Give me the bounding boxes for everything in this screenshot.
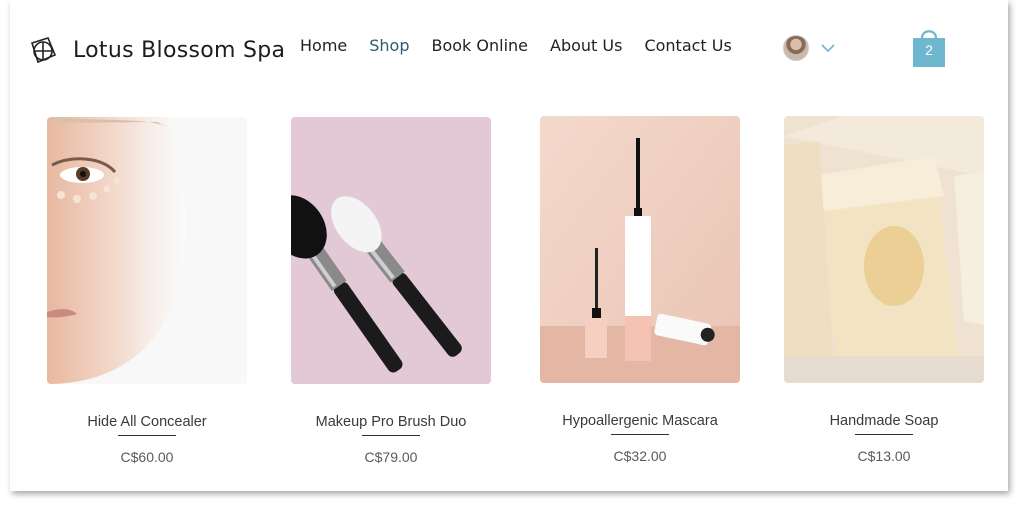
product-name[interactable]: Makeup Pro Brush Duo bbox=[291, 414, 491, 430]
product-card: Handmade Soap C$13.00 bbox=[784, 116, 984, 464]
product-card: Hypoallergenic Mascara C$32.00 bbox=[540, 116, 740, 464]
product-price: C$32.00 bbox=[613, 448, 667, 464]
product-name[interactable]: Hide All Concealer bbox=[47, 414, 247, 430]
name-divider bbox=[118, 435, 176, 436]
product-image[interactable] bbox=[784, 116, 984, 383]
avatar[interactable] bbox=[783, 35, 809, 61]
nav-book-online[interactable]: Book Online bbox=[432, 36, 529, 55]
product-image[interactable] bbox=[291, 117, 491, 384]
chevron-down-icon[interactable] bbox=[821, 43, 835, 53]
account-menu[interactable] bbox=[783, 35, 835, 61]
page-frame: Lotus Blossom Spa Home Shop Book Online … bbox=[10, 0, 1008, 491]
soap-photo bbox=[784, 116, 984, 383]
nav-shop[interactable]: Shop bbox=[369, 36, 409, 55]
cart-button[interactable]: 2 bbox=[912, 26, 946, 68]
name-divider bbox=[362, 435, 420, 436]
product-price: C$79.00 bbox=[364, 449, 418, 465]
nav-about-us[interactable]: About Us bbox=[550, 36, 622, 55]
product-card: Hide All Concealer C$60.00 bbox=[47, 117, 247, 465]
brand-name: Lotus Blossom Spa bbox=[73, 37, 286, 63]
product-card: Makeup Pro Brush Duo C$79.00 bbox=[291, 117, 491, 465]
site-logo[interactable]: Lotus Blossom Spa bbox=[28, 35, 285, 65]
product-price: C$60.00 bbox=[120, 449, 174, 465]
concealer-photo bbox=[47, 117, 247, 384]
brush-duo-photo bbox=[291, 117, 491, 384]
product-image[interactable] bbox=[47, 117, 247, 384]
product-name[interactable]: Handmade Soap bbox=[784, 413, 984, 429]
nav-contact-us[interactable]: Contact Us bbox=[644, 36, 731, 55]
name-divider bbox=[855, 434, 913, 435]
mascara-photo bbox=[540, 116, 740, 383]
product-name[interactable]: Hypoallergenic Mascara bbox=[540, 413, 740, 429]
product-price: C$13.00 bbox=[857, 448, 911, 464]
main-nav: Home Shop Book Online About Us Contact U… bbox=[300, 36, 754, 55]
nav-home[interactable]: Home bbox=[300, 36, 347, 55]
name-divider bbox=[611, 434, 669, 435]
cart-count: 2 bbox=[925, 42, 933, 58]
lotus-logo-icon bbox=[30, 37, 57, 64]
product-image[interactable] bbox=[540, 116, 740, 383]
